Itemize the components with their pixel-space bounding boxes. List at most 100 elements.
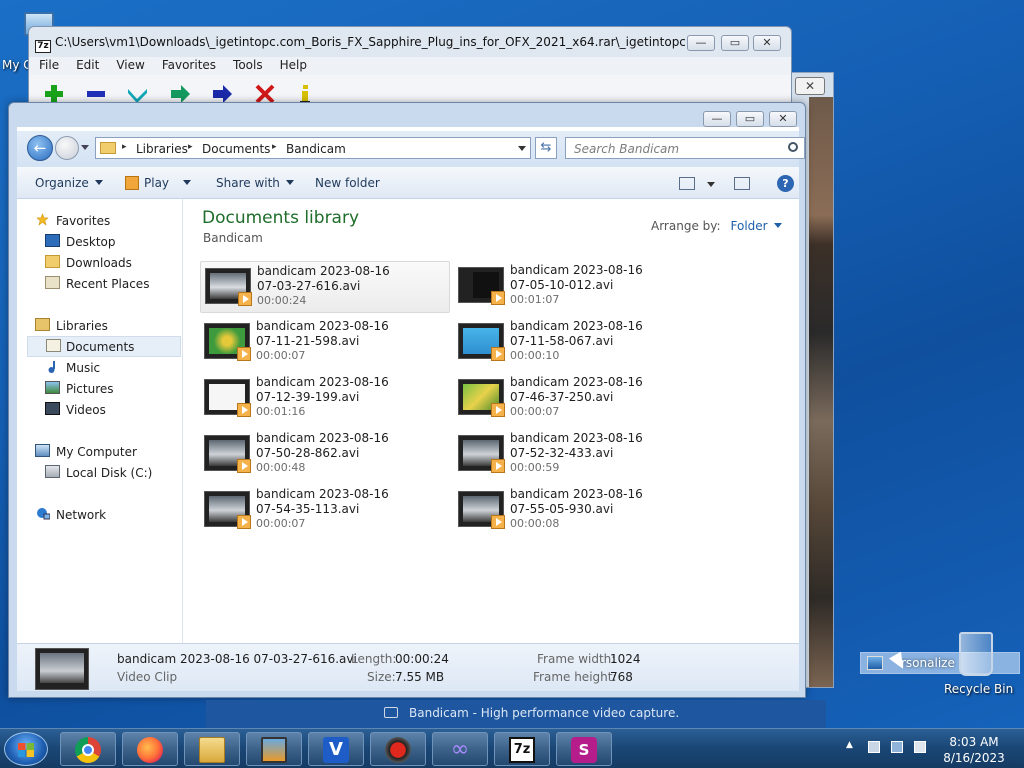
arrange-by[interactable]: Arrange by: Folder [651, 219, 782, 233]
file-item[interactable]: bandicam 2023-08-16 07-52-32-433.avi 00:0… [454, 429, 704, 481]
test-icon[interactable] [128, 89, 147, 103]
file-list-pane: Documents library Bandicam Arrange by: Fo… [184, 199, 799, 643]
play-icon [125, 176, 139, 190]
preview-pane-icon[interactable] [734, 177, 750, 190]
7zip-menu-help[interactable]: Help [270, 57, 314, 72]
file-item[interactable]: bandicam 2023-08-16 07-54-35-113.avi 00:0… [200, 485, 450, 537]
sidebar-documents-label: Documents [66, 340, 135, 354]
file-name-line2: 07-11-58-067.avi [510, 334, 614, 348]
explorer-close-button[interactable]: ✕ [769, 111, 797, 127]
explorer-maximize-button[interactable]: ▭ [736, 111, 764, 127]
7zip-logo-icon: 7z [35, 40, 51, 53]
breadcrumb-bandicam[interactable]: Bandicam [286, 142, 346, 156]
explorer-window[interactable]: — ▭ ✕ ← ▸ Libraries ▸ Documents ▸ Bandic… [8, 102, 806, 698]
7zip-menu-file[interactable]: File [29, 57, 66, 72]
7zip-menu-view[interactable]: View [106, 57, 151, 72]
tooltip-text: Bandicam - High performance video captur… [409, 706, 680, 720]
move-icon[interactable] [213, 85, 232, 103]
recent-places-icon [45, 276, 60, 289]
sidebar-my-computer-label: My Computer [56, 445, 137, 459]
recycle-bin-desktop-icon[interactable]: Recycle Bin [944, 632, 1013, 696]
recent-pages-dropdown[interactable] [81, 145, 89, 150]
taskbar-bandicam-button[interactable] [370, 732, 426, 766]
file-item[interactable]: bandicam 2023-08-16 07-46-37-250.avi 00:0… [454, 373, 704, 425]
sidebar-favorites-label: Favorites [56, 214, 111, 228]
add-icon[interactable] [45, 85, 63, 103]
forward-button[interactable] [55, 136, 79, 160]
start-button[interactable] [4, 732, 48, 766]
7zip-menu-tools[interactable]: Tools [223, 57, 270, 72]
play-overlay-icon [237, 459, 251, 473]
file-item[interactable]: bandicam 2023-08-16 07-11-58-067.avi 00:0… [454, 317, 704, 369]
sidebar-downloads-label: Downloads [66, 256, 132, 270]
breadcrumb-documents[interactable]: Documents [202, 142, 270, 156]
file-item[interactable]: bandicam 2023-08-16 07-03-27-616.avi 00:0… [200, 261, 450, 313]
taskbar-chrome-button[interactable] [60, 732, 116, 766]
explorer-icon [199, 737, 225, 763]
taskbar-firefox-button[interactable] [122, 732, 178, 766]
arrange-by-value[interactable]: Folder [731, 219, 768, 233]
details-length-value: 00:00:24 [395, 652, 449, 666]
7zip-menu-edit[interactable]: Edit [66, 57, 106, 72]
help-icon[interactable]: ? [777, 175, 794, 192]
7zip-maximize-button[interactable]: ▭ [721, 35, 749, 51]
play-overlay-icon [491, 403, 505, 417]
explorer-minimize-button[interactable]: — [703, 111, 731, 127]
play-button[interactable]: Play [125, 176, 192, 190]
taskbar-explorer-button[interactable] [184, 732, 240, 766]
address-bar[interactable]: ▸ Libraries ▸ Documents ▸ Bandicam [95, 137, 531, 159]
file-name-line1: bandicam 2023-08-16 [510, 375, 643, 389]
play-overlay-icon [238, 292, 252, 306]
file-item[interactable]: bandicam 2023-08-16 07-11-21-598.avi 00:0… [200, 317, 450, 369]
view-dropdown-icon[interactable] [707, 182, 715, 187]
volume-muted-icon[interactable] [914, 741, 926, 753]
taskbar-sapphire-button[interactable]: S [556, 732, 612, 766]
7zip-icon: 7z [509, 737, 535, 763]
play-overlay-icon [491, 515, 505, 529]
file-item[interactable]: bandicam 2023-08-16 07-50-28-862.avi 00:0… [200, 429, 450, 481]
share-with-button[interactable]: Share with [216, 176, 294, 190]
organize-button[interactable]: Organize [35, 176, 103, 190]
taskbar-media-button[interactable] [246, 732, 302, 766]
back-button[interactable]: ← [27, 135, 53, 161]
7zip-minimize-button[interactable]: — [687, 35, 715, 51]
play-overlay-icon [237, 347, 251, 361]
file-name-line2: 07-03-27-616.avi [257, 279, 361, 293]
background-window-close-button[interactable]: ✕ [795, 77, 825, 95]
search-icon[interactable] [788, 142, 798, 152]
delete-icon[interactable] [255, 84, 275, 104]
network-tray-icon[interactable] [891, 741, 903, 753]
arrange-by-label: Arrange by: [651, 219, 721, 233]
taskbar-infinity-app-button[interactable]: ∞ [432, 732, 488, 766]
libraries-icon [35, 318, 50, 331]
change-view-icon[interactable] [679, 177, 695, 190]
sidebar-recent-places-label: Recent Places [66, 277, 150, 291]
video-thumbnail [458, 323, 505, 361]
file-name-line1: bandicam 2023-08-16 [256, 487, 389, 501]
system-clock[interactable]: 8:03 AM 8/16/2023 [942, 734, 1006, 766]
address-dropdown-icon[interactable] [518, 146, 526, 151]
7zip-close-button[interactable]: ✕ [753, 35, 781, 51]
file-item[interactable]: bandicam 2023-08-16 07-05-10-012.avi 00:0… [454, 261, 704, 313]
sidebar-item-documents[interactable]: Documents [27, 336, 181, 357]
action-center-icon[interactable] [868, 741, 880, 753]
refresh-button[interactable]: ⇆ [535, 137, 557, 159]
details-size-value: 7.55 MB [395, 670, 445, 684]
music-icon [45, 360, 60, 373]
sidebar-libraries-label: Libraries [56, 319, 108, 333]
taskbar-7zip-button[interactable]: 7z [494, 732, 550, 766]
file-item[interactable]: bandicam 2023-08-16 07-55-05-930.avi 00:0… [454, 485, 704, 537]
show-hidden-icons-button[interactable]: ▲ [846, 740, 858, 752]
new-folder-button[interactable]: New folder [315, 176, 380, 190]
file-name-line1: bandicam 2023-08-16 [256, 375, 389, 389]
extract-icon[interactable] [87, 91, 105, 97]
7zip-menu-favorites[interactable]: Favorites [152, 57, 223, 72]
v-app-icon: V [323, 737, 349, 763]
copy-icon[interactable] [171, 85, 190, 103]
search-input[interactable]: Search Bandicam [565, 137, 805, 159]
disk-icon [45, 465, 60, 478]
file-item[interactable]: bandicam 2023-08-16 07-12-39-199.avi 00:0… [200, 373, 450, 425]
taskbar-v-app-button[interactable]: V [308, 732, 364, 766]
breadcrumb-libraries[interactable]: Libraries [136, 142, 188, 156]
desktop-icon [45, 234, 60, 247]
